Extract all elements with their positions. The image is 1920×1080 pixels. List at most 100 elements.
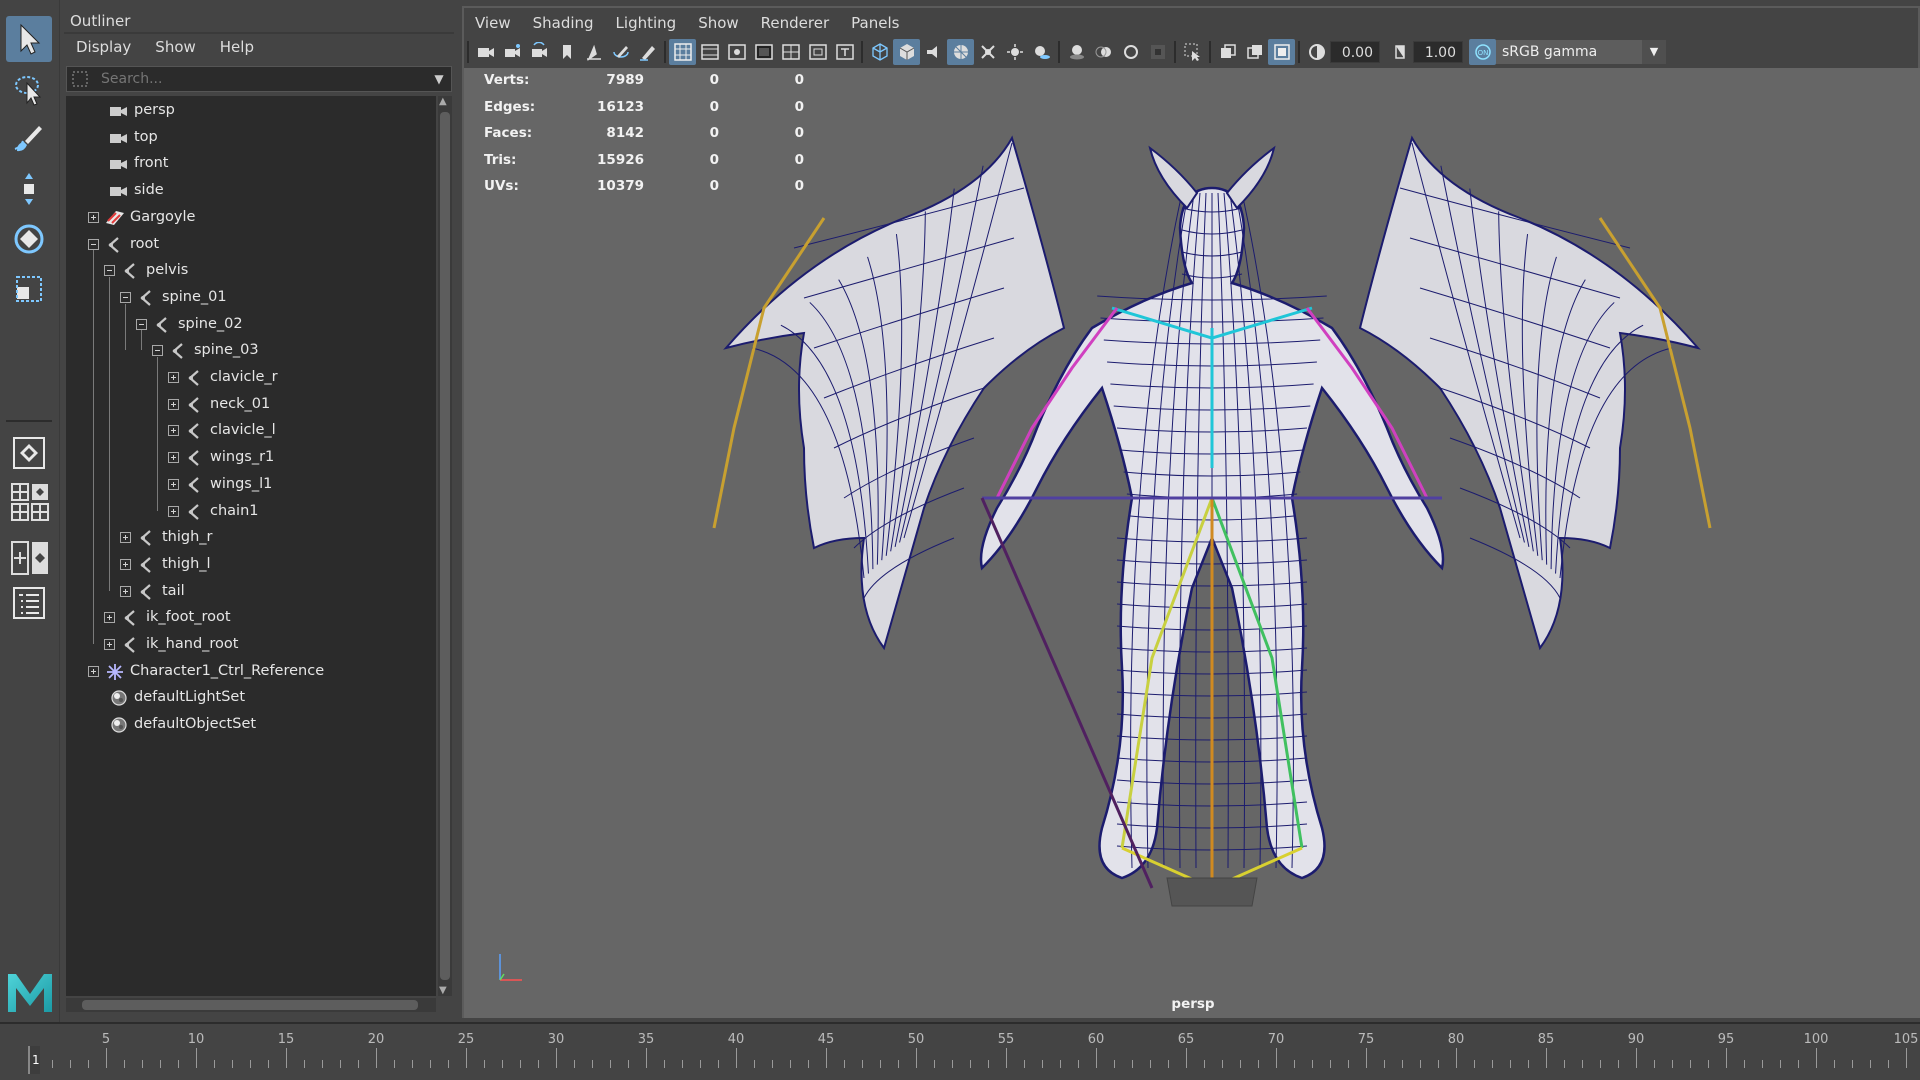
expand-plus-icon[interactable]: [168, 505, 179, 517]
scroll-up-arrow-icon[interactable]: ▲: [439, 96, 447, 107]
outliner-item[interactable]: neck_01: [66, 392, 426, 418]
xray-button[interactable]: [974, 39, 1001, 65]
viewport-menu-lighting[interactable]: Lighting: [605, 10, 688, 36]
collapse-minus-icon[interactable]: [136, 318, 147, 330]
bookmarks-button[interactable]: [526, 39, 553, 65]
layout-persp-outliner-icon[interactable]: [30, 482, 50, 502]
outliner-item[interactable]: spine_02: [66, 312, 426, 338]
expand-plus-icon[interactable]: [88, 665, 99, 677]
lasso-tool[interactable]: [6, 66, 52, 112]
gamma-button[interactable]: [1386, 39, 1413, 65]
paint-select-tool[interactable]: [6, 116, 52, 162]
expand-plus-icon[interactable]: [120, 558, 131, 570]
layout-four-icon[interactable]: [10, 482, 30, 502]
camera-attributes-button[interactable]: [499, 39, 526, 65]
wireframe-button[interactable]: [866, 39, 893, 65]
layout-persp-graph-icon[interactable]: [30, 540, 50, 576]
outliner-search-input[interactable]: [93, 71, 427, 87]
collapse-minus-icon[interactable]: [104, 265, 115, 277]
layout-grid-a-icon[interactable]: [10, 502, 30, 522]
rotate-tool[interactable]: [6, 216, 52, 262]
screen-space-ao-button[interactable]: [1063, 39, 1090, 65]
xray-active-components-button[interactable]: [1241, 39, 1268, 65]
outliner-scroll-thumb[interactable]: [440, 112, 450, 980]
film-gate-button[interactable]: [696, 39, 723, 65]
outliner-item[interactable]: chain1: [66, 499, 426, 525]
collapse-minus-icon[interactable]: [152, 345, 163, 357]
gargoyle-model-view[interactable]: [464, 68, 1920, 1018]
time-slider[interactable]: 5 10 15 20 25 30 35 40 45 50 55 60 65 70 75 80 85 90 95 100…: [0, 1022, 1920, 1080]
outliner-item[interactable]: Character1_Ctrl_Reference: [66, 659, 426, 685]
outliner-menu-display[interactable]: Display: [64, 34, 143, 60]
current-frame-marker[interactable]: 1: [28, 1046, 40, 1074]
outliner-item[interactable]: front: [66, 151, 426, 177]
use-all-lights-button[interactable]: [1001, 39, 1028, 65]
layout-grid-b-icon[interactable]: [30, 502, 50, 522]
time-slider-ruler[interactable]: 5 10 15 20 25 30 35 40 45 50 55 60 65 70 75 80 85 90 95 100…: [24, 1030, 1920, 1076]
expand-plus-icon[interactable]: [104, 639, 115, 650]
collapse-minus-icon[interactable]: [88, 238, 99, 250]
safe-action-button[interactable]: [804, 39, 831, 65]
viewport-menu-view[interactable]: View: [464, 10, 522, 36]
isolate-select-button[interactable]: [1179, 39, 1206, 65]
outliner-menu-show[interactable]: Show: [143, 34, 207, 60]
viewport-menu-renderer[interactable]: Renderer: [750, 10, 840, 36]
shadows-button[interactable]: [1028, 39, 1055, 65]
expand-plus-icon[interactable]: [168, 372, 179, 383]
expand-plus-icon[interactable]: [168, 398, 179, 410]
anti-aliasing-button[interactable]: [1117, 39, 1144, 65]
move-tool[interactable]: [6, 166, 52, 212]
exposure-field[interactable]: 0.00: [1330, 41, 1380, 63]
outliner-layout[interactable]: [6, 580, 52, 626]
expand-plus-icon[interactable]: [168, 452, 179, 464]
color-management-toggle[interactable]: ON: [1469, 39, 1496, 65]
outliner-menu-help[interactable]: Help: [208, 34, 266, 60]
color-space-chevron-down-icon[interactable]: ▼: [1642, 40, 1666, 64]
camera-based-selection-button[interactable]: [1268, 39, 1295, 65]
expand-plus-icon[interactable]: [104, 612, 115, 624]
color-space-dropdown[interactable]: sRGB gamma ▼: [1496, 40, 1666, 64]
select-tool[interactable]: [6, 16, 52, 62]
outliner-item[interactable]: tail: [66, 579, 426, 605]
depth-of-field-button[interactable]: [1144, 39, 1171, 65]
outliner-item[interactable]: spine_03: [66, 338, 426, 364]
expand-plus-icon[interactable]: [168, 425, 179, 437]
outliner-item[interactable]: clavicle_r: [66, 365, 426, 391]
outliner-item[interactable]: Gargoyle: [66, 205, 426, 231]
outliner-item[interactable]: persp: [66, 98, 426, 124]
use-default-material-button[interactable]: [920, 39, 947, 65]
outliner-item[interactable]: top: [66, 125, 426, 151]
viewport-menu-show[interactable]: Show: [687, 10, 749, 36]
expand-plus-icon[interactable]: [168, 478, 179, 490]
safe-title-button[interactable]: [831, 39, 858, 65]
outliner-hscroll-thumb[interactable]: [82, 1000, 418, 1010]
exposure-button[interactable]: [1303, 39, 1330, 65]
outliner-item[interactable]: spine_01: [66, 285, 426, 311]
outliner-item[interactable]: defaultObjectSet: [66, 712, 426, 738]
filter-icon[interactable]: [67, 67, 93, 91]
grease-pencil-button[interactable]: [607, 39, 634, 65]
search-options-chevron-down-icon[interactable]: ▼: [427, 67, 451, 91]
viewport-menu-panels[interactable]: Panels: [840, 10, 910, 36]
layout-side-by-side-icon[interactable]: [10, 540, 30, 576]
expand-plus-icon[interactable]: [120, 585, 131, 597]
gate-mask-button[interactable]: [750, 39, 777, 65]
outliner-item[interactable]: defaultLightSet: [66, 685, 426, 711]
outliner-item[interactable]: ik_foot_root: [66, 605, 426, 631]
outliner-item[interactable]: side: [66, 178, 426, 204]
outliner-item[interactable]: root: [66, 232, 426, 258]
outliner-item[interactable]: ik_hand_root: [66, 632, 426, 658]
select-camera-button[interactable]: [472, 39, 499, 65]
wireframe-on-shaded-button[interactable]: [947, 39, 974, 65]
motion-blur-button[interactable]: [1090, 39, 1117, 65]
grid-toggle-button[interactable]: [669, 39, 696, 65]
outliner-item[interactable]: thigh_r: [66, 525, 426, 551]
expand-plus-icon[interactable]: [88, 211, 99, 223]
outliner-item[interactable]: clavicle_l: [66, 418, 426, 444]
collapse-minus-icon[interactable]: [120, 291, 131, 303]
3d-viewport[interactable]: Verts: 7989 0 0 Edges: 16123 0 0 Faces: …: [464, 68, 1920, 1018]
single-perspective-layout[interactable]: [6, 430, 52, 476]
outliner-horizontal-scrollbar[interactable]: [66, 998, 436, 1012]
field-chart-button[interactable]: [777, 39, 804, 65]
gamma-field[interactable]: 1.00: [1413, 41, 1463, 63]
